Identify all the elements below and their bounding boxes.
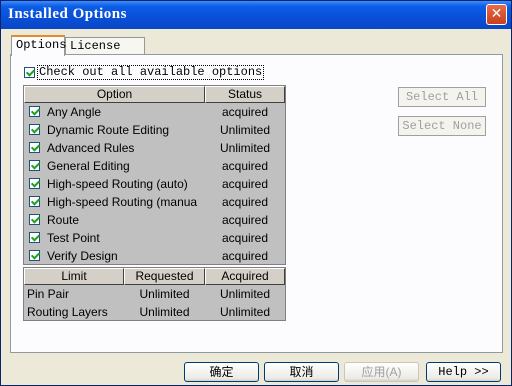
requested-column-header[interactable]: Requested	[124, 268, 205, 285]
option-name: High-speed Routing (manua	[47, 195, 198, 209]
window-title: Installed Options	[8, 6, 127, 22]
acquired-column-header[interactable]: Acquired	[205, 268, 285, 285]
option-checkbox[interactable]	[29, 106, 40, 117]
option-status: Unlimited	[219, 141, 270, 155]
limit-row: Routing Layers Unlimited Unlimited	[24, 303, 285, 321]
limit-requested: Unlimited	[139, 287, 190, 301]
tab-license-file[interactable]: License File	[65, 37, 145, 69]
option-row[interactable]: Dynamic Route Editing Unlimited	[24, 121, 285, 139]
option-row[interactable]: High-speed Routing (manua acquired	[24, 193, 285, 211]
check-all-label: Check out all available options	[37, 65, 265, 80]
option-status: acquired	[221, 195, 269, 209]
option-name: General Editing	[47, 159, 130, 173]
apply-button[interactable]: 应用(A)	[344, 362, 419, 382]
option-status: acquired	[221, 249, 269, 263]
limit-column-header[interactable]: Limit	[24, 268, 124, 285]
option-row[interactable]: Advanced Rules Unlimited	[24, 139, 285, 157]
tab-options[interactable]: Options	[11, 35, 66, 56]
limit-name: Pin Pair	[27, 287, 70, 301]
option-name: Verify Design	[47, 249, 118, 263]
option-checkbox[interactable]	[29, 142, 40, 153]
option-name: Test Point	[47, 231, 100, 245]
limit-requested: Unlimited	[139, 305, 190, 319]
options-table: Option Status Any Angle acquired Dynamic R…	[23, 85, 286, 265]
select-none-button[interactable]: Select None	[398, 116, 486, 136]
option-status: acquired	[221, 213, 269, 227]
option-row[interactable]: Verify Design acquired	[24, 247, 285, 265]
help-button[interactable]: Help >>	[426, 362, 501, 382]
option-status: acquired	[221, 231, 269, 245]
limit-acquired: Unlimited	[219, 287, 270, 301]
option-status: acquired	[221, 177, 269, 191]
option-row[interactable]: High-speed Routing (auto) acquired	[24, 175, 285, 193]
option-row[interactable]: General Editing acquired	[24, 157, 285, 175]
option-status: acquired	[221, 159, 269, 173]
option-row[interactable]: Any Angle acquired	[24, 103, 285, 121]
option-status: Unlimited	[219, 123, 270, 137]
option-row[interactable]: Route acquired	[24, 211, 285, 229]
option-checkbox[interactable]	[29, 124, 40, 135]
cancel-button[interactable]: 取消	[264, 362, 339, 382]
option-column-header[interactable]: Option	[24, 86, 205, 103]
check-all-option[interactable]: Check out all available options	[24, 65, 265, 80]
option-name: Any Angle	[47, 105, 102, 119]
option-checkbox[interactable]	[29, 178, 40, 189]
option-name: High-speed Routing (auto)	[47, 177, 188, 191]
option-row[interactable]: Test Point acquired	[24, 229, 285, 247]
check-all-checkbox[interactable]	[24, 67, 35, 78]
limits-table: Limit Requested Acquired Pin Pair Unlimit…	[23, 267, 286, 321]
limit-row: Pin Pair Unlimited Unlimited	[24, 285, 285, 303]
option-name: Route	[47, 213, 80, 227]
option-checkbox[interactable]	[29, 214, 40, 225]
option-name: Advanced Rules	[47, 141, 135, 155]
option-status: acquired	[221, 105, 269, 119]
title-bar[interactable]: Installed Options ✕	[1, 1, 511, 29]
installed-options-dialog: Installed Options ✕ Options License File…	[0, 0, 512, 386]
option-checkbox[interactable]	[29, 196, 40, 207]
close-button[interactable]: ✕	[486, 4, 507, 25]
ok-button[interactable]: 确定	[184, 362, 259, 382]
limit-acquired: Unlimited	[219, 305, 270, 319]
option-checkbox[interactable]	[29, 232, 40, 243]
select-all-button[interactable]: Select All	[398, 87, 486, 107]
option-checkbox[interactable]	[29, 160, 40, 171]
option-name: Dynamic Route Editing	[47, 123, 170, 137]
option-checkbox[interactable]	[29, 250, 40, 261]
status-column-header[interactable]: Status	[205, 86, 285, 103]
limit-name: Routing Layers	[27, 305, 108, 319]
